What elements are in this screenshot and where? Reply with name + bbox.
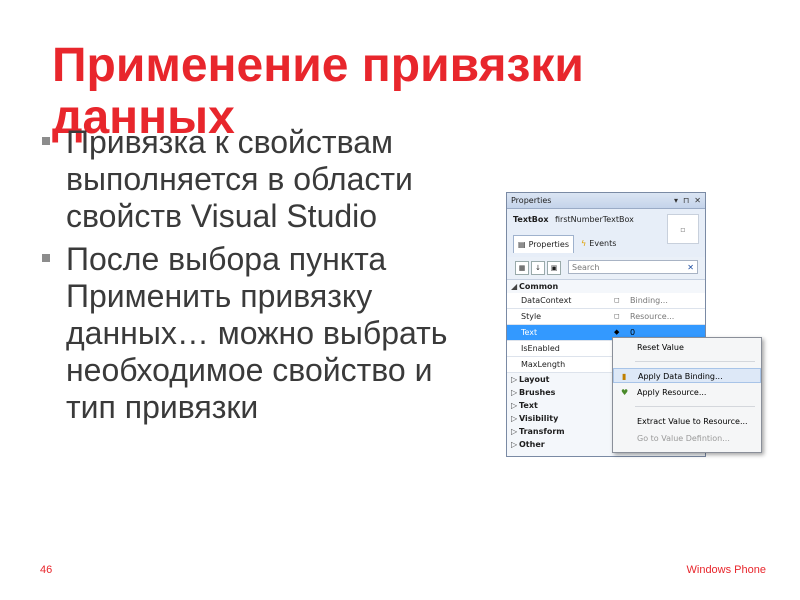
expand-triangle-icon: ▷ xyxy=(511,388,518,397)
property-marker-icon[interactable]: ◻ xyxy=(614,309,620,324)
dropdown-icon[interactable]: ▾ xyxy=(674,196,678,205)
tab-events[interactable]: ϟ Events xyxy=(577,235,620,252)
properties-header: TextBox firstNumberTextBox ▫ ▤ Propertie… xyxy=(507,209,705,258)
pin-icon[interactable]: ⊓ xyxy=(683,196,689,205)
search-placeholder: Search xyxy=(572,263,600,272)
tab-properties-label: Properties xyxy=(528,240,569,249)
property-row[interactable]: DataContext ◻ Binding... xyxy=(507,293,705,309)
properties-toolbar: ▦ ↓ ▣ Search ✕ xyxy=(507,257,705,280)
property-name: Style xyxy=(521,312,542,321)
category-label: Other xyxy=(519,440,545,449)
menu-separator xyxy=(635,361,755,362)
close-icon[interactable]: ✕ xyxy=(694,196,701,205)
bullet-list: Привязка к свойствам выполняется в облас… xyxy=(40,124,480,432)
property-name: MaxLength xyxy=(521,360,566,369)
control-preview-thumbnail: ▫ xyxy=(667,214,699,244)
menu-item-apply-data-binding[interactable]: ▮ Apply Data Binding... xyxy=(613,368,761,383)
category-label: Transform xyxy=(519,427,565,436)
bullet-item: После выбора пункта Применить привязку д… xyxy=(40,241,480,426)
property-name: DataContext xyxy=(521,296,572,305)
expand-triangle-icon: ▷ xyxy=(511,414,518,423)
property-name: IsEnabled xyxy=(521,344,560,353)
properties-titlebar: Properties ▾ ⊓ ✕ xyxy=(507,193,705,209)
sort-alpha-icon[interactable]: ↓ xyxy=(531,261,545,275)
data-binding-icon: ▮ xyxy=(622,372,627,381)
bullet-text: После выбора пункта Применить привязку д… xyxy=(66,241,448,425)
expand-triangle-icon: ▷ xyxy=(511,401,518,410)
menu-item-label: Go to Value Defintion... xyxy=(637,434,730,443)
property-value[interactable]: Binding... xyxy=(630,293,668,308)
property-value[interactable]: Resource... xyxy=(630,309,674,324)
bullet-item: Привязка к свойствам выполняется в облас… xyxy=(40,124,480,235)
property-pages-icon[interactable]: ▣ xyxy=(547,261,561,275)
menu-item-label: Apply Resource... xyxy=(637,388,707,397)
menu-separator xyxy=(635,406,755,407)
categorize-icon[interactable]: ▦ xyxy=(515,261,529,275)
category-label: Common xyxy=(519,282,559,291)
collapse-triangle-icon: ◢ xyxy=(511,282,518,291)
context-menu: Reset Value ▮ Apply Data Binding... ♥ Ap… xyxy=(612,337,762,453)
category-label: Brushes xyxy=(519,388,556,397)
menu-item-extract-value[interactable]: Extract Value to Resource... xyxy=(613,414,761,429)
menu-item-reset-value[interactable]: Reset Value xyxy=(613,340,761,355)
property-name: Text xyxy=(521,328,538,337)
lightning-icon: ϟ xyxy=(581,239,587,248)
category-common[interactable]: ◢ Common xyxy=(507,280,705,293)
property-row[interactable]: Style ◻ Resource... xyxy=(507,309,705,325)
properties-icon: ▤ xyxy=(518,240,526,249)
menu-item-label: Reset Value xyxy=(637,343,684,352)
control-type: TextBox xyxy=(513,215,549,224)
expand-triangle-icon: ▷ xyxy=(511,375,518,384)
category-label: Visibility xyxy=(519,414,559,423)
clear-search-icon[interactable]: ✕ xyxy=(687,261,694,275)
slide-number: 46 xyxy=(40,564,53,576)
bullet-marker-icon xyxy=(42,254,50,262)
bullet-text: Привязка к свойствам выполняется в облас… xyxy=(66,124,413,234)
footer-brand: Windows Phone xyxy=(686,564,767,576)
search-input[interactable]: Search ✕ xyxy=(568,260,698,274)
expand-triangle-icon: ▷ xyxy=(511,427,518,436)
expand-triangle-icon: ▷ xyxy=(511,440,518,449)
control-name: firstNumberTextBox xyxy=(555,215,634,224)
menu-item-label: Extract Value to Resource... xyxy=(637,417,748,426)
category-label: Layout xyxy=(519,375,550,384)
category-label: Text xyxy=(519,401,538,410)
tab-events-label: Events xyxy=(589,239,617,248)
properties-title: Properties xyxy=(511,196,552,205)
bullet-marker-icon xyxy=(42,137,50,145)
menu-item-label: Apply Data Binding... xyxy=(638,372,723,381)
property-marker-icon[interactable]: ◻ xyxy=(614,293,620,308)
menu-item-go-to-definition: Go to Value Defintion... xyxy=(613,431,761,446)
resource-icon: ♥ xyxy=(621,388,629,397)
tab-properties[interactable]: ▤ Properties xyxy=(513,235,574,253)
menu-item-apply-resource[interactable]: ♥ Apply Resource... xyxy=(613,385,761,400)
